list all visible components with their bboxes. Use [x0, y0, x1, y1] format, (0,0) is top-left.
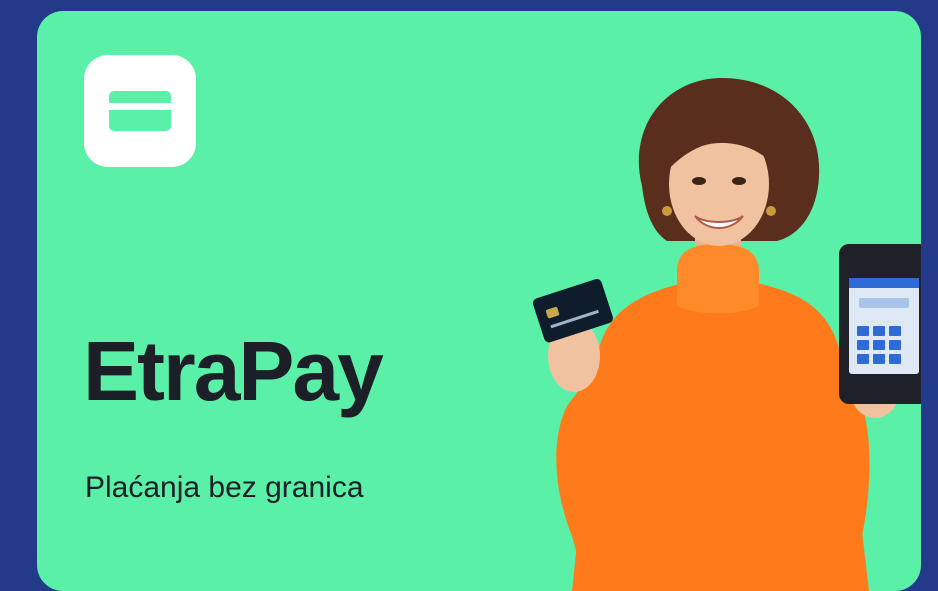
brand-title: EtraPay — [83, 324, 384, 418]
promo-card: EtraPay Plaćanja bez granica — [37, 11, 921, 591]
turtleneck — [677, 244, 759, 314]
pos-terminal-image — [839, 244, 921, 404]
bank-card-image — [532, 278, 613, 343]
app-logo-tile — [84, 55, 196, 167]
credit-card-icon — [109, 91, 171, 131]
left-arm — [556, 366, 637, 591]
tagline: Plaćanja bez granica — [85, 471, 364, 504]
hero-photo — [532, 78, 921, 591]
